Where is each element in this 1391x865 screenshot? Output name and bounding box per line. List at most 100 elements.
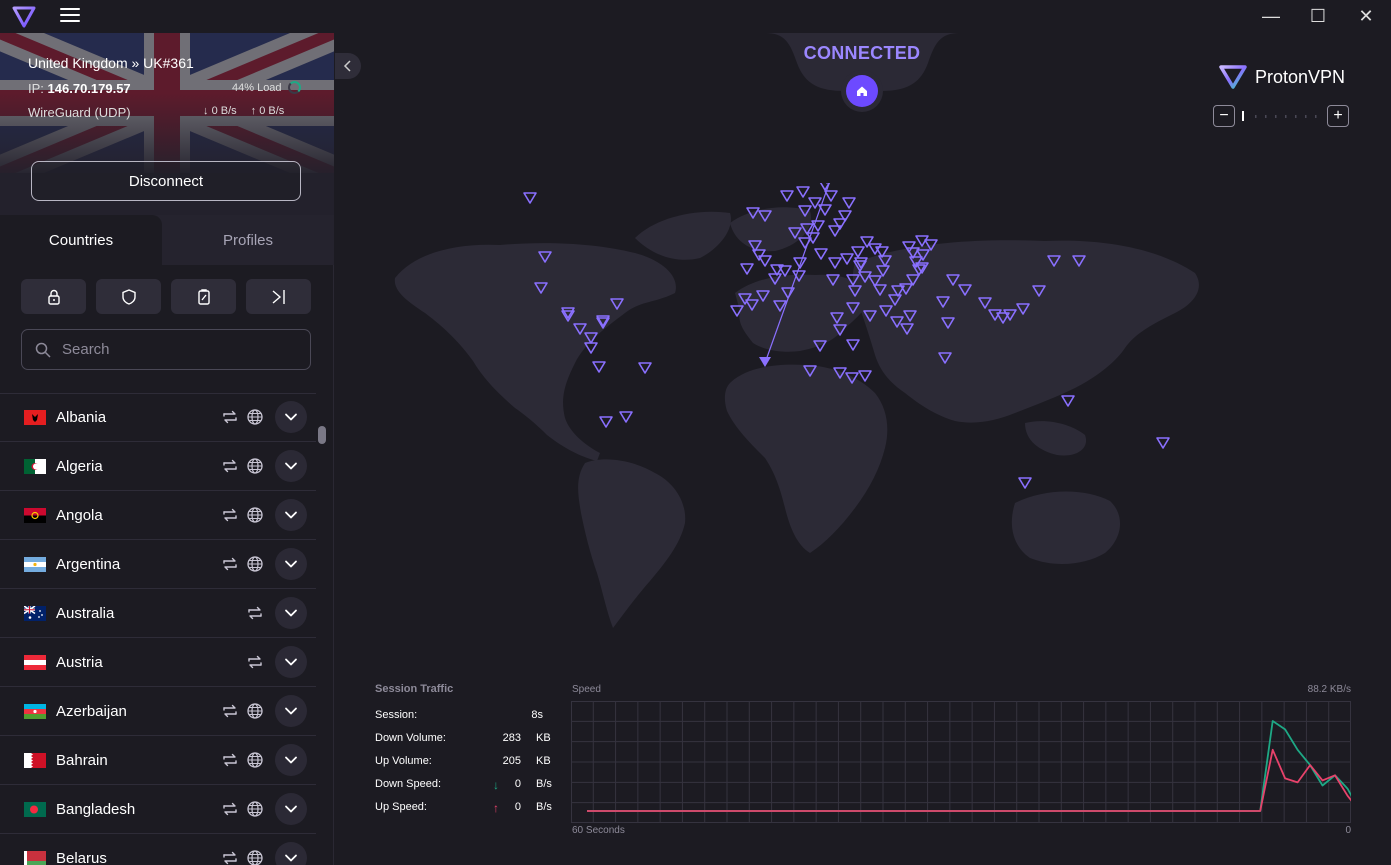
zoom-slider[interactable] <box>1241 110 1321 122</box>
p2p-icon <box>246 604 264 622</box>
server-marker[interactable] <box>1061 395 1075 407</box>
server-marker[interactable] <box>780 190 794 202</box>
search-box[interactable] <box>21 329 311 370</box>
brand-name: ProtonVPN <box>1255 66 1346 87</box>
active-server-marker[interactable] <box>759 357 771 367</box>
expand-country-button[interactable] <box>275 842 307 865</box>
country-row-argentina[interactable]: Argentina <box>0 540 316 589</box>
flag-argentina-icon <box>24 556 46 572</box>
speed-chart-max: 88.2 KB/s <box>1307 684 1351 695</box>
server-marker[interactable] <box>619 411 633 423</box>
minimize-button[interactable]: — <box>1259 6 1283 26</box>
expand-country-button[interactable] <box>275 499 307 531</box>
upload-rate: ↑ 0 B/s <box>250 105 285 117</box>
server-marker[interactable] <box>819 183 831 191</box>
server-marker[interactable] <box>840 253 854 265</box>
server-marker[interactable] <box>1018 477 1032 489</box>
connection-card: United Kingdom » UK#361 IP: 146.70.179.5… <box>0 33 334 215</box>
country-row-austria[interactable]: Austria <box>0 638 316 687</box>
series-line-down <box>587 720 1351 812</box>
traffic-value: 205 <box>502 755 521 767</box>
session-traffic: Session Traffic Session: 8s Down Volume: 28… <box>375 683 575 824</box>
speed-chart-title: Speed <box>572 684 601 695</box>
country-row-bangladesh[interactable]: Bangladesh <box>0 785 316 834</box>
arrow-to-bar-icon <box>272 289 285 304</box>
protonvpn-logo-icon <box>12 6 36 28</box>
world-map <box>394 183 1199 628</box>
country-row-belarus[interactable]: Belarus <box>0 834 316 865</box>
server-marker[interactable] <box>740 263 754 275</box>
flag-belarus-icon <box>24 850 46 865</box>
zoom-out-button[interactable]: − <box>1213 105 1235 127</box>
p2p-icon <box>221 457 239 475</box>
server-marker[interactable] <box>818 204 832 216</box>
expand-country-button[interactable] <box>275 597 307 629</box>
expand-country-button[interactable] <box>275 646 307 678</box>
session-traffic-title: Session Traffic <box>375 683 454 695</box>
home-button[interactable] <box>846 75 878 107</box>
tab-countries[interactable]: Countries <box>0 215 162 265</box>
expand-country-button[interactable] <box>275 548 307 580</box>
collapse-sidebar-button[interactable] <box>335 53 361 79</box>
server-marker[interactable] <box>798 237 812 249</box>
server-marker[interactable] <box>796 186 810 198</box>
server-marker[interactable] <box>824 190 838 202</box>
server-marker[interactable] <box>523 192 537 204</box>
tab-profiles[interactable]: Profiles <box>162 215 334 265</box>
server-marker[interactable] <box>599 416 613 428</box>
protocol-label: WireGuard (UDP) <box>28 105 131 120</box>
server-marker[interactable] <box>584 342 598 354</box>
port-forwarding-filter-button[interactable] <box>246 279 311 314</box>
country-row-angola[interactable]: Angola <box>0 491 316 540</box>
expand-country-button[interactable] <box>275 744 307 776</box>
server-marker[interactable] <box>814 248 828 260</box>
server-marker[interactable] <box>793 257 807 269</box>
country-row-algeria[interactable]: Algeria <box>0 442 316 491</box>
server-marker[interactable] <box>638 362 652 374</box>
country-name: Azerbaijan <box>56 702 127 720</box>
server-marker[interactable] <box>842 197 856 209</box>
server-marker[interactable] <box>851 246 865 258</box>
country-row-azerbaijan[interactable]: Azerbaijan <box>0 687 316 736</box>
country-row-albania[interactable]: Albania <box>0 393 316 442</box>
disconnect-button[interactable]: Disconnect <box>31 161 301 201</box>
shield-icon <box>121 288 136 305</box>
server-marker[interactable] <box>828 225 842 237</box>
expand-country-button[interactable] <box>275 793 307 825</box>
country-row-bahrain[interactable]: Bahrain <box>0 736 316 785</box>
country-name: Algeria <box>56 457 103 475</box>
search-input[interactable] <box>62 341 292 358</box>
netshield-filter-button[interactable] <box>96 279 161 314</box>
arrow-up-icon: ↑ <box>250 105 257 117</box>
chevron-left-icon <box>343 60 351 72</box>
country-list-scrollbar[interactable] <box>318 426 326 865</box>
speed-chart <box>571 701 1351 823</box>
traffic-label: Down Speed: <box>375 778 442 790</box>
expand-country-button[interactable] <box>275 401 307 433</box>
flag-bangladesh-icon <box>24 801 46 817</box>
menu-icon[interactable] <box>60 8 80 24</box>
maximize-button[interactable]: ☐ <box>1306 6 1330 26</box>
expand-country-button[interactable] <box>275 695 307 727</box>
server-marker[interactable] <box>1156 437 1170 449</box>
expand-country-button[interactable] <box>275 450 307 482</box>
traffic-unit: KB <box>536 732 551 744</box>
traffic-label: Up Speed: <box>375 801 427 813</box>
server-marker[interactable] <box>846 339 860 351</box>
secure-core-filter-button[interactable] <box>21 279 86 314</box>
server-marker[interactable] <box>858 370 872 382</box>
traffic-label: Up Volume: <box>375 755 432 767</box>
country-name: Argentina <box>56 555 121 573</box>
tor-globe-icon <box>246 702 264 720</box>
server-marker[interactable] <box>828 257 842 269</box>
tor-globe-icon <box>246 800 264 818</box>
close-button[interactable]: ✕ <box>1354 6 1378 26</box>
zoom-in-button[interactable]: + <box>1327 105 1349 127</box>
traffic-row: Session: 8s <box>375 709 575 732</box>
server-marker[interactable] <box>758 255 772 267</box>
country-row-australia[interactable]: Australia <box>0 589 316 638</box>
server-marker[interactable] <box>592 361 606 373</box>
server-marker[interactable] <box>860 236 874 248</box>
killswitch-filter-button[interactable] <box>171 279 236 314</box>
flag-albania-icon <box>24 409 46 425</box>
